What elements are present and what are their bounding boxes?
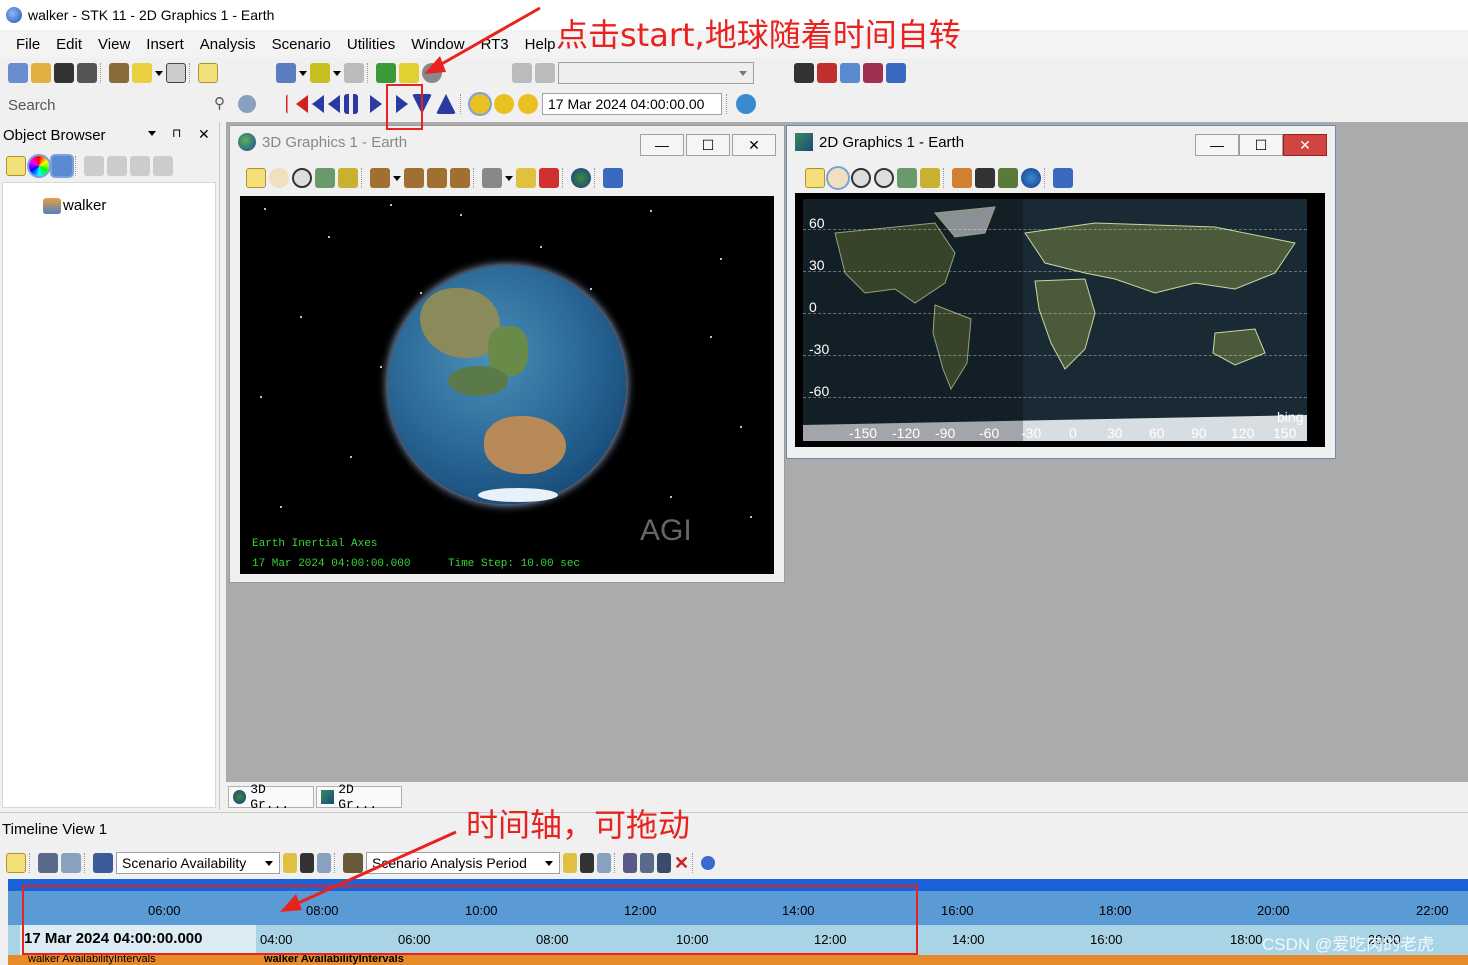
start-arrow-head <box>424 56 446 74</box>
annotation-arrows <box>280 6 541 912</box>
csdn-watermark: CSDN @爱吃肉的老虎 <box>1262 935 1435 954</box>
start-annotation: 点击start,地球随着时间自转 <box>556 16 961 54</box>
start-arrow-line <box>437 6 541 68</box>
timeline-arrow-line <box>295 830 457 906</box>
timeline-arrow-head <box>280 894 302 912</box>
timeline-annotation: 时间轴，可拖动 <box>466 806 691 844</box>
